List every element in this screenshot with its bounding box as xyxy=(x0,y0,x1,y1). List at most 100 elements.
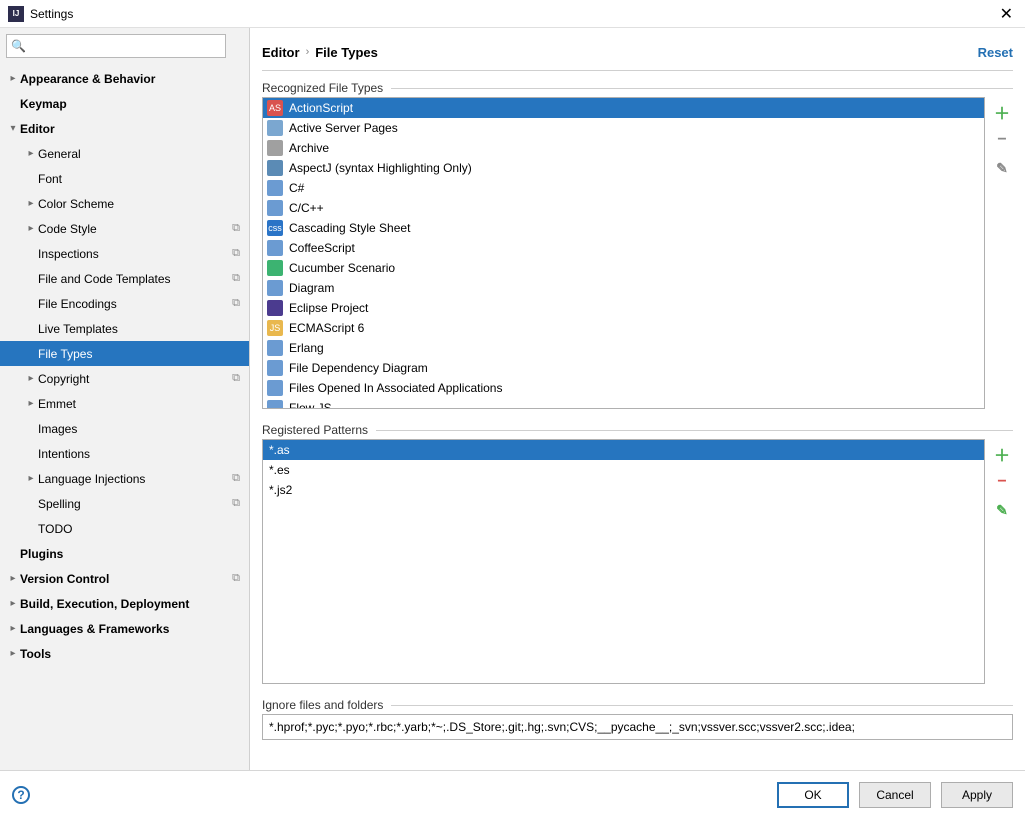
tree-item-file-types[interactable]: File Types xyxy=(0,341,249,366)
tree-item-plugins[interactable]: Plugins xyxy=(0,541,249,566)
tree-item-code-style[interactable]: ▸Code Style⧉ xyxy=(0,216,249,241)
search-box[interactable]: 🔍 xyxy=(6,34,226,58)
tree-item-file-encodings[interactable]: File Encodings⧉ xyxy=(0,291,249,316)
filetype-item[interactable]: File Dependency Diagram xyxy=(263,358,984,378)
tree-item-emmet[interactable]: ▸Emmet xyxy=(0,391,249,416)
tree-item-build-execution-deployment[interactable]: ▸Build, Execution, Deployment xyxy=(0,591,249,616)
tree-item-todo[interactable]: TODO xyxy=(0,516,249,541)
tree-item-label: Emmet xyxy=(38,397,243,411)
filetype-item[interactable]: Eclipse Project xyxy=(263,298,984,318)
project-scope-icon: ⧉ xyxy=(229,372,243,386)
filetype-item[interactable]: CoffeeScript xyxy=(263,238,984,258)
filetype-item[interactable]: ASActionScript xyxy=(263,98,984,118)
remove-filetype-button[interactable]: − xyxy=(993,131,1011,149)
project-scope-icon: ⧉ xyxy=(229,272,243,286)
edit-filetype-button[interactable]: ✎ xyxy=(993,159,1011,177)
pattern-item[interactable]: *.js2 xyxy=(263,480,984,500)
tree-item-images[interactable]: Images xyxy=(0,416,249,441)
tree-item-label: Copyright xyxy=(38,372,229,386)
filetype-item[interactable]: C# xyxy=(263,178,984,198)
registered-patterns-label: Registered Patterns xyxy=(262,423,1013,437)
tree-item-intentions[interactable]: Intentions xyxy=(0,441,249,466)
filetype-icon xyxy=(267,140,283,156)
filetype-item[interactable]: Diagram xyxy=(263,278,984,298)
tree-arrow-icon: ▸ xyxy=(6,573,20,584)
tree-item-color-scheme[interactable]: ▸Color Scheme xyxy=(0,191,249,216)
pattern-item[interactable]: *.as xyxy=(263,440,984,460)
filetype-item[interactable]: Archive xyxy=(263,138,984,158)
tree-item-label: Live Templates xyxy=(38,322,243,336)
filetype-item[interactable]: Cucumber Scenario xyxy=(263,258,984,278)
filetypes-list[interactable]: ASActionScriptActive Server PagesArchive… xyxy=(262,97,985,409)
chevron-right-icon: › xyxy=(306,46,310,58)
ok-button[interactable]: OK xyxy=(777,782,849,808)
cancel-button[interactable]: Cancel xyxy=(859,782,931,808)
filetype-label: C# xyxy=(289,181,304,195)
tree-item-label: Color Scheme xyxy=(38,197,243,211)
tree-arrow-icon: ▸ xyxy=(6,598,20,609)
tree-item-label: Tools xyxy=(20,647,243,661)
tree-arrow-icon: ▸ xyxy=(24,398,38,409)
filetype-label: Erlang xyxy=(289,341,324,355)
reset-link[interactable]: Reset xyxy=(978,45,1013,60)
tree-item-appearance-behavior[interactable]: ▸Appearance & Behavior xyxy=(0,66,249,91)
filetype-icon xyxy=(267,300,283,316)
tree-item-inspections[interactable]: Inspections⧉ xyxy=(0,241,249,266)
tree-item-keymap[interactable]: Keymap xyxy=(0,91,249,116)
filetype-item[interactable]: Flow JS xyxy=(263,398,984,409)
tree-item-file-and-code-templates[interactable]: File and Code Templates⧉ xyxy=(0,266,249,291)
tree-item-language-injections[interactable]: ▸Language Injections⧉ xyxy=(0,466,249,491)
dialog-footer: ? OK Cancel Apply xyxy=(0,770,1025,818)
filetype-icon xyxy=(267,260,283,276)
edit-pattern-button[interactable]: ✎ xyxy=(993,501,1011,519)
search-icon: 🔍 xyxy=(11,39,26,53)
filetype-item[interactable]: C/C++ xyxy=(263,198,984,218)
breadcrumb-parent[interactable]: Editor xyxy=(262,45,300,60)
filetype-item[interactable]: cssCascading Style Sheet xyxy=(263,218,984,238)
pattern-label: *.es xyxy=(269,463,290,477)
filetype-icon: AS xyxy=(267,100,283,116)
app-icon: IJ xyxy=(8,6,24,22)
close-icon[interactable]: ✕ xyxy=(996,4,1017,24)
pattern-item[interactable]: *.es xyxy=(263,460,984,480)
title-bar: IJ Settings ✕ xyxy=(0,0,1025,28)
patterns-list[interactable]: *.as *.es *.js2 xyxy=(262,439,985,684)
filetype-label: Eclipse Project xyxy=(289,301,368,315)
tree-item-spelling[interactable]: Spelling⧉ xyxy=(0,491,249,516)
filetype-icon xyxy=(267,360,283,376)
filetype-item[interactable]: JSECMAScript 6 xyxy=(263,318,984,338)
tree-item-label: TODO xyxy=(38,522,243,536)
help-icon[interactable]: ? xyxy=(12,786,30,804)
tree-item-label: Language Injections xyxy=(38,472,229,486)
tree-item-live-templates[interactable]: Live Templates xyxy=(0,316,249,341)
add-pattern-button[interactable]: ＋ xyxy=(993,445,1011,463)
tree-item-version-control[interactable]: ▸Version Control⧉ xyxy=(0,566,249,591)
apply-button[interactable]: Apply xyxy=(941,782,1013,808)
tree-item-label: Intentions xyxy=(38,447,243,461)
filetype-item[interactable]: AspectJ (syntax Highlighting Only) xyxy=(263,158,984,178)
tree-item-general[interactable]: ▸General xyxy=(0,141,249,166)
tree-item-label: Spelling xyxy=(38,497,229,511)
settings-tree[interactable]: ▸Appearance & BehaviorKeymap▾Editor▸Gene… xyxy=(0,64,249,770)
tree-item-label: Languages & Frameworks xyxy=(20,622,243,636)
tree-item-label: Appearance & Behavior xyxy=(20,72,243,86)
tree-item-label: Build, Execution, Deployment xyxy=(20,597,243,611)
tree-item-font[interactable]: Font xyxy=(0,166,249,191)
filetype-icon xyxy=(267,180,283,196)
tree-item-languages-frameworks[interactable]: ▸Languages & Frameworks xyxy=(0,616,249,641)
tree-item-tools[interactable]: ▸Tools xyxy=(0,641,249,666)
tree-arrow-icon: ▸ xyxy=(24,148,38,159)
tree-item-copyright[interactable]: ▸Copyright⧉ xyxy=(0,366,249,391)
tree-arrow-icon: ▾ xyxy=(6,123,20,134)
filetype-item[interactable]: Active Server Pages xyxy=(263,118,984,138)
tree-item-editor[interactable]: ▾Editor xyxy=(0,116,249,141)
patterns-controls: ＋ − ✎ xyxy=(985,439,1013,684)
filetype-item[interactable]: Files Opened In Associated Applications xyxy=(263,378,984,398)
search-input[interactable] xyxy=(28,39,221,53)
tree-arrow-icon: ▸ xyxy=(6,648,20,659)
filetype-item[interactable]: Erlang xyxy=(263,338,984,358)
add-filetype-button[interactable]: ＋ xyxy=(993,103,1011,121)
ignore-input[interactable] xyxy=(262,714,1013,740)
remove-pattern-button[interactable]: − xyxy=(993,473,1011,491)
tree-item-label: Inspections xyxy=(38,247,229,261)
